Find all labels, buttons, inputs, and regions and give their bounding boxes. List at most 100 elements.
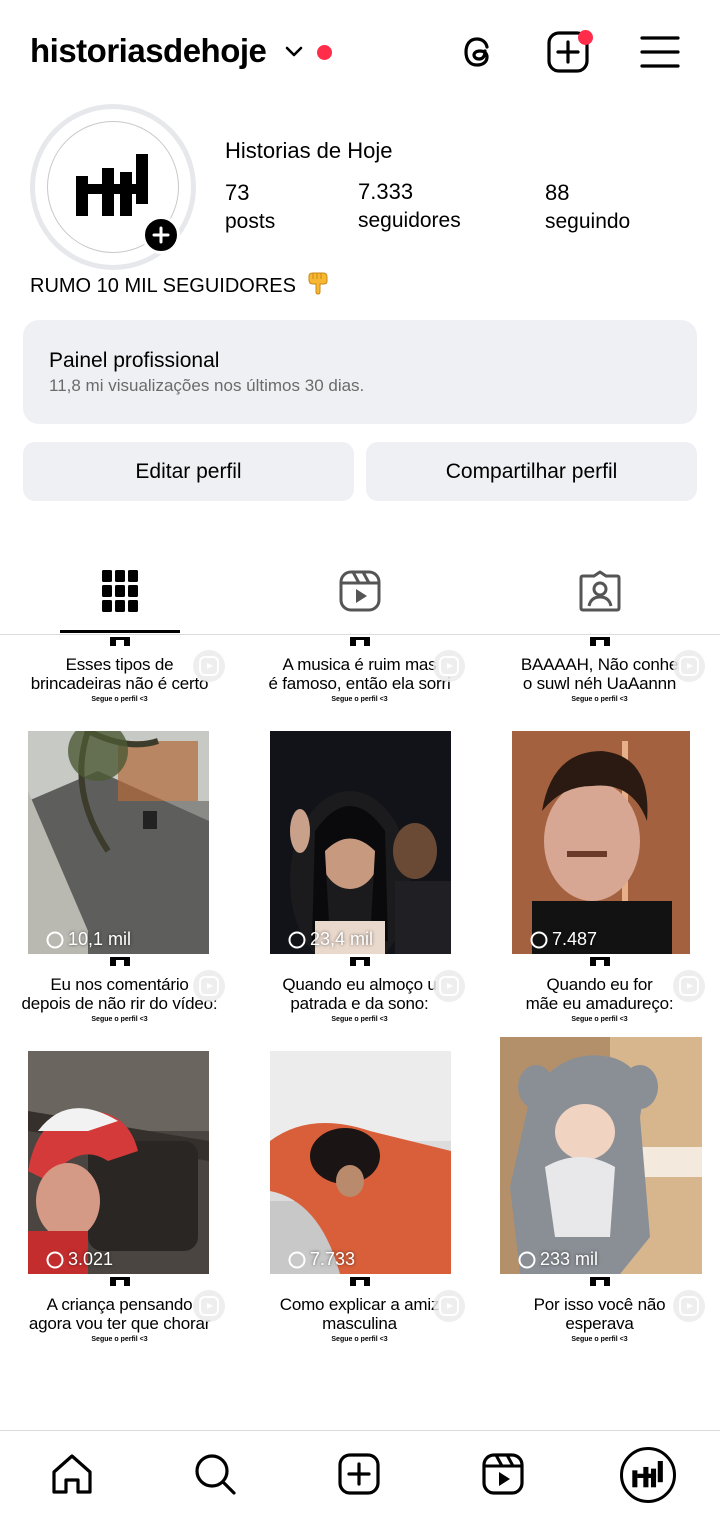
edit-profile-button[interactable]: Editar perfil — [23, 442, 354, 501]
post-thumbnail: 3.021 — [28, 1051, 209, 1274]
play-icon — [288, 931, 306, 948]
threads-icon[interactable] — [456, 30, 500, 74]
top-header: historiasdehoje — [0, 0, 720, 104]
chevron-down-icon[interactable] — [284, 44, 304, 60]
reel-badge — [433, 1290, 465, 1322]
post-thumbnail: 7.733 — [270, 1051, 451, 1274]
view-count: 10,1 mil — [46, 929, 131, 950]
brand-logo-icon — [349, 1277, 370, 1286]
stat-label: posts — [225, 210, 276, 233]
view-count: 7.733 — [288, 1249, 355, 1270]
view-count-text: 233 mil — [540, 1249, 599, 1269]
post-item[interactable]: Esses tipos de brincadeiras não é certo … — [0, 635, 239, 954]
tab-tagged[interactable] — [480, 548, 720, 634]
search-icon — [195, 1454, 236, 1495]
reel-badge — [673, 650, 705, 682]
reel-badge — [673, 970, 705, 1002]
post-subcaption: Segue o perfil <3 — [91, 1016, 148, 1023]
post-item[interactable]: A musica é ruim mas é famoso, então ela … — [240, 635, 479, 954]
reels-icon — [439, 656, 459, 676]
post-item[interactable]: BAAAAH, Não conhe o suwl néh UaAannn Seg… — [480, 635, 719, 954]
stat-value: 73 — [225, 180, 250, 205]
profile-bio: RUMO 10 MIL SEGUIDORES — [30, 271, 332, 298]
reels-icon — [679, 656, 699, 676]
nav-home[interactable] — [49, 1451, 95, 1497]
brand-logo-icon — [589, 637, 610, 646]
view-count-text: 7.733 — [310, 1249, 356, 1269]
post-item[interactable]: Por isso você não esperava Segue o perfi… — [480, 1275, 719, 1425]
create-notification-dot — [578, 30, 593, 45]
brand-logo-icon — [349, 957, 370, 966]
brand-logo-icon — [109, 637, 130, 646]
reels-icon — [482, 1453, 524, 1495]
notification-dot — [317, 45, 332, 60]
grid-icon — [102, 570, 138, 612]
view-count: 7.487 — [530, 929, 597, 950]
reel-badge — [193, 1290, 225, 1322]
post-item[interactable]: Como explicar a amiz masculina Segue o p… — [240, 1275, 479, 1425]
post-subcaption: Segue o perfil <3 — [571, 1336, 628, 1343]
nav-create[interactable] — [336, 1451, 382, 1497]
stat-label: seguidores — [358, 209, 461, 232]
followers-count[interactable]: 7.333 seguidores — [358, 179, 461, 233]
nav-search[interactable] — [192, 1451, 238, 1497]
tab-reels[interactable] — [240, 548, 480, 634]
view-count-text: 3.021 — [68, 1249, 114, 1269]
brand-logo-icon — [109, 1277, 130, 1286]
post-thumbnail: 23,4 mil — [270, 731, 451, 954]
brand-logo-icon — [349, 637, 370, 646]
post-subcaption: Segue o perfil <3 — [91, 1336, 148, 1343]
post-subcaption: Segue o perfil <3 — [571, 1016, 628, 1023]
reel-badge — [433, 970, 465, 1002]
post-thumbnail: 7.487 — [512, 731, 690, 954]
reel-badge — [193, 650, 225, 682]
post-item[interactable]: A criança pensando agora vou ter que cho… — [0, 1275, 239, 1425]
tab-posts-grid[interactable] — [0, 548, 240, 634]
post-subcaption: Segue o perfil <3 — [331, 1016, 388, 1023]
dashboard-subtitle: 11,8 mi visualizações nos últimos 30 dia… — [49, 376, 365, 395]
menu-icon[interactable] — [638, 30, 682, 74]
view-count: 233 mil — [518, 1249, 598, 1270]
stat-value: 88 — [545, 180, 570, 205]
post-item[interactable]: Quando eu for mãe eu amadureço: Segue o … — [480, 955, 719, 1274]
reel-badge — [193, 970, 225, 1002]
stat-label: seguindo — [545, 210, 631, 233]
post-subcaption: Segue o perfil <3 — [331, 1336, 388, 1343]
plus-icon — [152, 226, 170, 244]
post-subcaption: Segue o perfil <3 — [91, 696, 148, 703]
add-story-button[interactable] — [142, 216, 180, 254]
post-item[interactable]: Quando eu almoço u patrada e da sono: Se… — [240, 955, 479, 1274]
post-subcaption: Segue o perfil <3 — [331, 696, 388, 703]
following-count[interactable]: 88 seguindo — [545, 180, 630, 234]
bio-text: RUMO 10 MIL SEGUIDORES — [30, 275, 296, 297]
view-count: 3.021 — [46, 1249, 113, 1270]
post-subcaption: Segue o perfil <3 — [571, 696, 628, 703]
reels-icon — [199, 1296, 219, 1316]
post-item[interactable]: Eu nos comentário depois de não rir do v… — [0, 955, 239, 1274]
view-count-text: 10,1 mil — [68, 929, 132, 949]
stat-value: 7.333 — [358, 179, 414, 204]
nav-reels[interactable] — [480, 1451, 526, 1497]
brand-logo-icon — [109, 957, 130, 966]
play-icon — [288, 1251, 306, 1268]
brand-logo-icon — [76, 154, 148, 216]
profile-tabs — [0, 548, 720, 635]
active-tab-indicator — [60, 630, 180, 633]
play-icon — [518, 1251, 536, 1268]
reels-icon — [679, 1296, 699, 1316]
nav-profile[interactable] — [620, 1447, 676, 1503]
bottom-navigation — [0, 1430, 720, 1514]
reels-icon — [199, 656, 219, 676]
home-icon — [52, 1454, 92, 1494]
posts-count[interactable]: 73 posts — [225, 180, 275, 234]
profile-display-name: Historias de Hoje — [225, 138, 393, 163]
reels-icon — [199, 976, 219, 996]
post-thumbnail: 10,1 mil — [28, 731, 209, 954]
reels-icon — [339, 570, 381, 612]
account-username[interactable]: historiasdehoje — [30, 32, 267, 70]
reels-icon — [439, 976, 459, 996]
professional-dashboard[interactable]: Painel profissional 11,8 mi visualizaçõe… — [23, 320, 697, 424]
brand-logo-icon — [589, 1277, 610, 1286]
reel-badge — [433, 650, 465, 682]
share-profile-button[interactable]: Compartilhar perfil — [366, 442, 697, 501]
